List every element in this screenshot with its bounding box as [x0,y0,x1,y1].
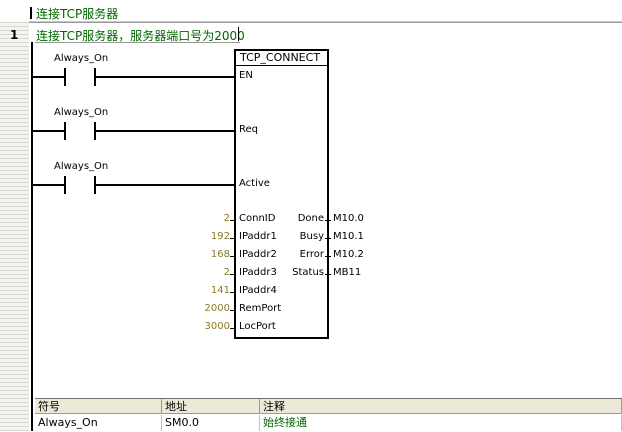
pin-done: Done [297,213,324,224]
comment-underline [35,42,240,43]
network-separator [29,22,622,23]
input-tick [230,238,236,239]
input-tick [230,220,236,221]
input-value-ipaddr1[interactable]: 192 [190,231,230,242]
input-value-ipaddr2[interactable]: 168 [190,249,230,260]
pin-ipaddr4: IPaddr4 [239,285,277,296]
block-title-divider [236,65,327,66]
pin-ipaddr1: IPaddr1 [239,231,277,242]
pin-error: Error [299,249,324,260]
output-value-status[interactable]: MB11 [333,267,361,278]
wire-active-right [96,184,234,186]
pin-active: Active [239,178,270,189]
wire-active-left [33,184,65,186]
pin-remport: RemPort [239,303,282,314]
wire-req-right [96,130,234,132]
output-tick [325,256,331,257]
pin-ipaddr3: IPaddr3 [239,267,277,278]
input-value-connid[interactable]: 2 [190,213,230,224]
pin-en: EN [239,70,253,81]
contact-2-left-bar[interactable] [64,122,66,140]
pin-req: Req [239,124,258,135]
power-rail [31,42,33,431]
contact-label-2: Always_On [54,107,109,118]
input-tick [230,310,236,311]
input-tick [230,292,236,293]
wire-en-right [96,76,234,78]
network-number[interactable]: 1 [10,28,18,42]
wire-req-left [33,130,65,132]
network-title-bar[interactable]: 连接TCP服务器 [29,4,622,22]
header-address[interactable]: 地址 [162,399,260,414]
text-cursor [238,27,239,41]
input-tick [230,274,236,275]
contact-1-left-bar[interactable] [64,68,66,86]
output-value-done[interactable]: M10.0 [333,213,364,224]
input-value-remport[interactable]: 2000 [190,303,230,314]
input-value-locport[interactable]: 3000 [190,321,230,332]
cell-comment[interactable]: 始终接通 [260,415,622,431]
pin-ipaddr2: IPaddr2 [239,249,277,260]
network-gutter [0,22,29,431]
contact-3-left-bar[interactable] [64,176,66,194]
block-name: TCP_CONNECT [240,51,321,64]
output-value-error[interactable]: M10.2 [333,249,364,260]
pin-connid: ConnID [239,213,276,224]
pin-busy: Busy [299,231,324,242]
output-value-busy[interactable]: M10.1 [333,231,364,242]
header-symbol[interactable]: 符号 [35,399,162,414]
output-tick [325,238,331,239]
header-comment[interactable]: 注释 [260,399,622,414]
pin-locport: LocPort [239,321,276,332]
input-tick [230,256,236,257]
network-title[interactable]: 连接TCP服务器 [36,5,118,22]
output-tick [325,274,331,275]
contact-label-1: Always_On [54,53,109,64]
contact-label-3: Always_On [54,161,109,172]
cell-address[interactable]: SM0.0 [162,415,260,431]
cell-symbol[interactable]: Always_On [35,415,162,431]
pin-status: Status [292,267,324,278]
symbol-table: 符号 地址 注释 Always_On SM0.0 始终接通 [35,398,622,432]
output-tick [325,220,331,221]
title-marker [30,7,32,19]
input-tick [230,328,236,329]
wire-en-left [33,76,65,78]
input-value-ipaddr4[interactable]: 141 [190,285,230,296]
input-value-ipaddr3[interactable]: 2 [190,267,230,278]
